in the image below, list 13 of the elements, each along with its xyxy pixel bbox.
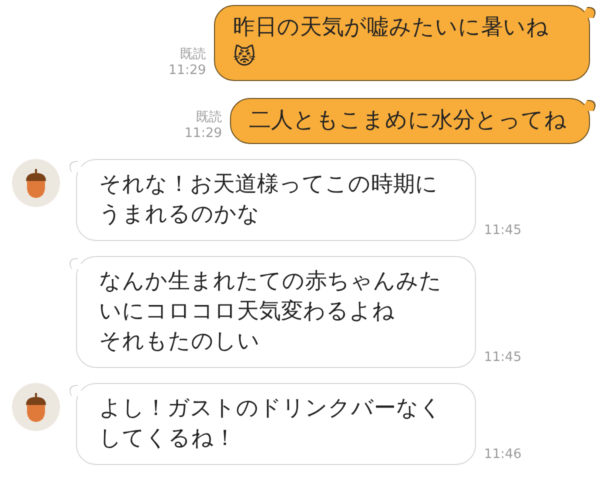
message-text: 昨日の天気が嘘みたいに暑いね😾 bbox=[233, 14, 550, 72]
timestamp: 11:45 bbox=[484, 223, 522, 240]
timestamp: 11:29 bbox=[184, 126, 222, 142]
message-text: よし！ガストのドリンクバーなくしてくるね！ bbox=[99, 395, 443, 453]
read-receipt: 既読 bbox=[196, 110, 222, 126]
timestamp: 11:29 bbox=[168, 63, 206, 79]
message-text: それな！お天道様ってこの時期にうまれるのかな bbox=[99, 171, 439, 229]
message-text: それもたのしい bbox=[99, 328, 261, 356]
timestamp: 11:46 bbox=[484, 447, 522, 464]
read-receipt: 既読 bbox=[180, 47, 206, 63]
message-text: 二人ともこまめに水分とってね bbox=[249, 107, 567, 135]
timestamp: 11:45 bbox=[484, 350, 522, 367]
message-text: なんか生まれたての赤ちゃんみたいにコロコロ天気変わるよね bbox=[99, 268, 443, 326]
